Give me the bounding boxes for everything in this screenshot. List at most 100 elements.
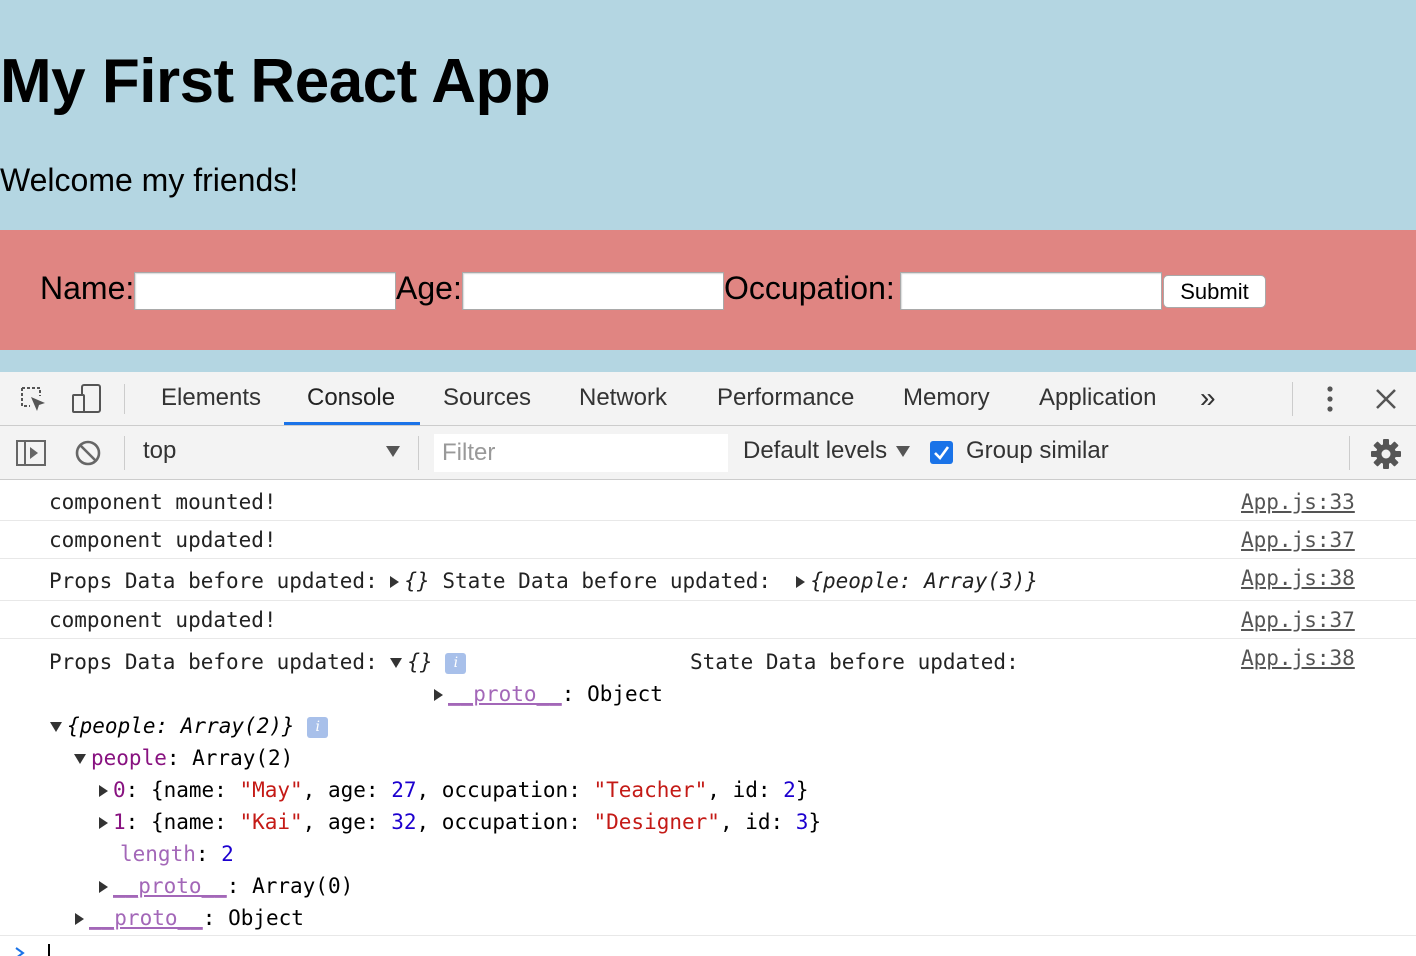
collapse-triangle-icon[interactable] bbox=[50, 722, 62, 732]
toolbar-divider bbox=[1292, 382, 1293, 416]
log-levels-label: Default levels bbox=[743, 437, 888, 464]
occupation-input[interactable] bbox=[900, 272, 1162, 310]
item-name: "May" bbox=[239, 778, 303, 802]
item-index: 1 bbox=[113, 810, 126, 834]
props-label: Props Data before updated: bbox=[49, 569, 391, 593]
source-link[interactable]: App.js:38 bbox=[1241, 566, 1355, 590]
array-item-row[interactable]: 1: {name: "Kai", age: 32, occupation: "D… bbox=[99, 810, 821, 834]
console-message-text: component updated! bbox=[49, 528, 277, 552]
console-message: component mounted! App.js:33 bbox=[0, 481, 1416, 521]
toolbar-divider bbox=[124, 384, 125, 414]
tab-elements[interactable]: Elements bbox=[161, 372, 261, 426]
console-input[interactable] bbox=[48, 944, 50, 956]
tab-memory[interactable]: Memory bbox=[903, 372, 990, 426]
sidebar-toggle-icon[interactable] bbox=[15, 439, 47, 467]
console-message: Props Data before updated: {} State Data… bbox=[0, 559, 1416, 601]
props-object[interactable]: {} bbox=[404, 569, 429, 593]
more-tabs-button[interactable]: » bbox=[1200, 372, 1216, 426]
people-row[interactable]: people: Array(2) bbox=[74, 746, 293, 770]
collapse-triangle-icon[interactable] bbox=[390, 658, 403, 668]
tab-sources[interactable]: Sources bbox=[443, 372, 531, 426]
devtools-tab-bar: Elements Console Sources Network Perform… bbox=[0, 372, 1416, 426]
console-message-expanded: Props Data before updated: {} i State Da… bbox=[0, 639, 1416, 936]
tab-network[interactable]: Network bbox=[579, 372, 667, 426]
source-link[interactable]: App.js:33 bbox=[1241, 490, 1355, 514]
expand-triangle-icon[interactable] bbox=[99, 785, 108, 797]
people-key: people bbox=[91, 746, 167, 770]
expand-triangle-icon[interactable] bbox=[75, 913, 84, 925]
props-proto-row[interactable]: __proto__: Object bbox=[434, 682, 663, 706]
expand-triangle-icon[interactable] bbox=[390, 576, 400, 588]
length-key: length bbox=[120, 842, 196, 866]
expand-triangle-icon[interactable] bbox=[796, 576, 806, 588]
length-row: length: 2 bbox=[120, 842, 234, 866]
proto-key: __proto__ bbox=[113, 874, 227, 898]
item-age: 27 bbox=[391, 778, 417, 802]
age-label: Age: bbox=[396, 270, 462, 306]
console-message-text: component updated! bbox=[49, 608, 277, 632]
props-label: Props Data before updated: bbox=[49, 650, 391, 674]
collapse-triangle-icon[interactable] bbox=[74, 754, 86, 764]
app-header: My First React App Welcome my friends! bbox=[0, 0, 1416, 230]
source-link[interactable]: App.js:37 bbox=[1241, 608, 1355, 632]
group-similar-checkbox[interactable] bbox=[930, 441, 953, 464]
name-input[interactable] bbox=[134, 272, 396, 310]
length-value: 2 bbox=[221, 842, 234, 866]
toolbar-divider bbox=[1349, 436, 1350, 470]
source-link[interactable]: App.js:37 bbox=[1241, 528, 1355, 552]
state-object[interactable]: {people: Array(3)} bbox=[810, 569, 1038, 593]
info-badge-icon[interactable]: i bbox=[307, 716, 329, 738]
expand-triangle-icon[interactable] bbox=[99, 817, 108, 829]
inspect-element-icon[interactable] bbox=[18, 384, 48, 414]
expand-triangle-icon[interactable] bbox=[434, 689, 443, 701]
item-index: 0 bbox=[113, 778, 126, 802]
console-toolbar: top Filter Default levels Group similar bbox=[0, 426, 1416, 480]
kebab-menu-icon[interactable] bbox=[1320, 384, 1340, 414]
item-id: 2 bbox=[783, 778, 796, 802]
context-selector-value: top bbox=[143, 437, 177, 464]
state-summary: {people: Array(2)} bbox=[67, 714, 295, 738]
tab-performance[interactable]: Performance bbox=[717, 372, 854, 426]
dropdown-arrow-icon bbox=[386, 446, 400, 457]
state-label: State Data before updated: bbox=[690, 650, 1019, 674]
console-message: component updated! App.js:37 bbox=[0, 601, 1416, 639]
proto-key: __proto__ bbox=[89, 906, 203, 930]
checkmark-icon bbox=[934, 446, 950, 460]
app-footer-space bbox=[0, 350, 1416, 372]
source-link[interactable]: App.js:38 bbox=[1241, 646, 1355, 670]
proto-value: : Array(0) bbox=[226, 874, 354, 898]
tab-application[interactable]: Application bbox=[1039, 372, 1156, 426]
welcome-text: Welcome my friends! bbox=[0, 162, 299, 198]
active-tab-indicator bbox=[284, 422, 420, 425]
array-proto-row[interactable]: __proto__: Array(0) bbox=[99, 874, 353, 898]
occupation-label: Occupation: bbox=[724, 270, 895, 306]
item-occupation: "Teacher" bbox=[593, 778, 708, 802]
name-label: Name: bbox=[40, 270, 135, 306]
page-title: My First React App bbox=[0, 47, 551, 116]
dropdown-arrow-icon bbox=[896, 446, 910, 457]
clear-console-icon[interactable] bbox=[74, 439, 102, 467]
console-message-text: component mounted! bbox=[49, 490, 277, 514]
array-item-row[interactable]: 0: {name: "May", age: 27, occupation: "T… bbox=[99, 778, 808, 802]
console-message-text: Props Data before updated: {} State Data… bbox=[49, 569, 1038, 593]
filter-input[interactable]: Filter bbox=[434, 434, 728, 472]
group-similar-label: Group similar bbox=[966, 437, 1109, 464]
state-object-row[interactable]: {people: Array(2)} i bbox=[50, 714, 329, 738]
item-occupation: "Designer" bbox=[593, 810, 720, 834]
object-proto-row[interactable]: __proto__: Object bbox=[75, 906, 304, 930]
proto-key: __proto__ bbox=[448, 682, 562, 706]
submit-button[interactable]: Submit bbox=[1163, 275, 1266, 308]
expand-triangle-icon[interactable] bbox=[99, 881, 108, 893]
console-message-text: Props Data before updated: {} i bbox=[49, 650, 467, 674]
state-label: State Data before updated: bbox=[429, 569, 784, 593]
settings-gear-icon[interactable] bbox=[1370, 438, 1402, 470]
console-prompt-icon bbox=[15, 947, 25, 956]
item-name: "Kai" bbox=[239, 810, 303, 834]
toolbar-divider bbox=[124, 436, 125, 470]
info-badge-icon[interactable]: i bbox=[445, 652, 467, 674]
close-icon[interactable] bbox=[1374, 387, 1398, 411]
props-object[interactable]: {} bbox=[407, 650, 432, 674]
tab-console[interactable]: Console bbox=[307, 372, 395, 426]
age-input[interactable] bbox=[462, 272, 724, 310]
device-toolbar-icon[interactable] bbox=[70, 382, 104, 416]
